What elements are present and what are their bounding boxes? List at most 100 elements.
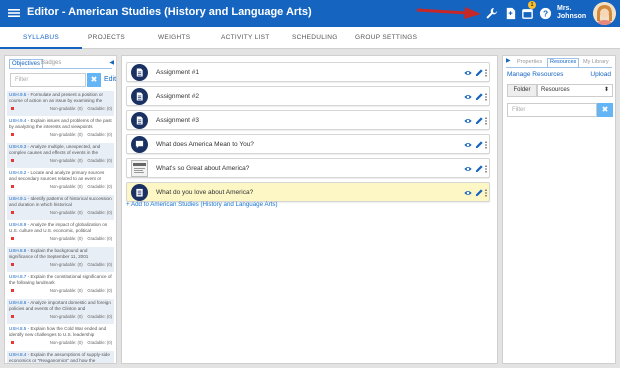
objective-code: USH.9.3 <box>9 144 27 149</box>
item-title: What do you love about America? <box>156 189 254 196</box>
objectives-list[interactable]: USH.9.5 - Formulate and present a positi… <box>7 91 114 363</box>
objective-item[interactable]: USH.9.1 - Identify patterns of historica… <box>7 195 114 221</box>
non-gradable-count: Non-gradable: (0) <box>49 236 83 241</box>
edit-pencil-icon[interactable] <box>475 141 483 149</box>
more-options-icon[interactable] <box>484 189 488 197</box>
objective-item[interactable]: USH.9.4 - Explain issues and problems of… <box>7 117 114 143</box>
objective-item[interactable]: USH.9.5 - Formulate and present a positi… <box>7 91 114 117</box>
user-name-line2: Johnson <box>557 13 587 20</box>
objective-code: USH.9.2 <box>9 170 27 175</box>
visibility-icon[interactable] <box>464 165 472 173</box>
document-icon <box>131 64 148 81</box>
tab-objectives[interactable]: Objectives <box>9 59 44 68</box>
help-icon[interactable]: ? <box>539 7 552 20</box>
visibility-icon[interactable] <box>464 141 472 149</box>
folder-select[interactable]: Resources ⬍ <box>537 84 613 97</box>
objective-meta: Non-gradable: (0) Gradable: (0) <box>9 314 112 320</box>
select-caret-icon: ⬍ <box>603 87 609 93</box>
objective-text: USH.8.4 - Explain the assumptions of sup… <box>9 352 112 363</box>
objective-item[interactable]: USH.8.7 - Explain the constitutional sig… <box>7 273 114 299</box>
visibility-icon[interactable] <box>464 93 472 101</box>
syllabus-item[interactable]: What do you love about America? <box>126 182 490 202</box>
tab-weights[interactable]: WEIGHTS <box>158 27 190 49</box>
objective-code: USH.9.1 <box>9 196 27 201</box>
edit-pencil-icon[interactable] <box>475 93 483 101</box>
objective-code: USH.8.7 <box>9 274 27 279</box>
objective-item[interactable]: USH.9.3 - Analyze multiple, unexpected, … <box>7 143 114 169</box>
visibility-icon[interactable] <box>464 189 472 197</box>
user-name[interactable]: Mrs. Johnson <box>557 5 586 21</box>
objective-item[interactable]: USH.8.8 - Explain the background and sig… <box>7 247 114 273</box>
objective-text: USH.9.1 - Identify patterns of historica… <box>9 196 112 207</box>
visibility-icon[interactable] <box>464 117 472 125</box>
objective-item[interactable]: USH.9.2 - Locate and analyze primary sou… <box>7 169 114 195</box>
tab-divider <box>506 67 612 68</box>
edit-pencil-icon[interactable] <box>475 117 483 125</box>
gradable-count: Gradable: (0) <box>87 132 112 137</box>
more-options-icon[interactable] <box>484 93 488 101</box>
edit-pencil-icon[interactable] <box>475 165 483 173</box>
objective-meta: Non-gradable: (0) Gradable: (0) <box>9 184 112 190</box>
gradable-count: Gradable: (0) <box>87 184 112 189</box>
objective-text: USH.8.5 - Explain how the Cold War ended… <box>9 326 112 337</box>
edit-pencil-icon[interactable] <box>475 189 483 197</box>
objectives-filter-input[interactable]: Filter <box>10 73 86 87</box>
avatar-portrait-icon <box>593 2 616 25</box>
gradable-count: Gradable: (0) <box>87 236 112 241</box>
objective-code: USH.8.8 <box>9 248 27 253</box>
clipboard-icon <box>131 184 148 201</box>
syllabus-item[interactable]: Assignment #2 <box>126 86 490 106</box>
objective-item[interactable]: USH.8.6 - Analyze important domestic and… <box>7 299 114 325</box>
non-gradable-count: Non-gradable: (0) <box>49 210 83 215</box>
objective-item[interactable]: USH.8.4 - Explain the assumptions of sup… <box>7 351 114 363</box>
tab-group-settings[interactable]: GROUP SETTINGS <box>355 27 417 49</box>
tab-badges[interactable]: Badges <box>41 59 61 68</box>
document-add-icon[interactable] <box>504 7 517 20</box>
upload-link[interactable]: Upload <box>590 71 611 78</box>
resources-filter-input[interactable]: Filter <box>507 103 597 117</box>
syllabus-item[interactable]: What does America Mean to You? <box>126 134 490 154</box>
tab-syllabus[interactable]: SYLLABUS <box>0 27 82 49</box>
objective-text: USH.9.3 - Analyze multiple, unexpected, … <box>9 144 112 155</box>
status-marker-icon <box>11 315 14 318</box>
tab-activity-list[interactable]: ACTIVITY LIST <box>221 27 270 49</box>
objective-text: USH.8.8 - Explain the background and sig… <box>9 248 112 259</box>
hamburger-menu-icon[interactable] <box>8 7 20 19</box>
more-options-icon[interactable] <box>484 165 488 173</box>
edit-objectives-link[interactable]: Edit <box>104 76 116 83</box>
objective-meta: Non-gradable: (0) Gradable: (0) <box>9 288 112 294</box>
document-icon <box>131 112 148 129</box>
tab-my-library[interactable]: My Library <box>583 59 609 65</box>
objective-item[interactable]: USH.8.9 - Analyze the impact of globaliz… <box>7 221 114 247</box>
objective-text: USH.8.6 - Analyze important domestic and… <box>9 300 112 311</box>
clear-filter-button[interactable]: ✖ <box>87 73 101 87</box>
objective-item[interactable]: USH.8.5 - Explain how the Cold War ended… <box>7 325 114 351</box>
gradable-count: Gradable: (0) <box>87 262 112 267</box>
status-marker-icon <box>11 263 14 266</box>
tab-projects[interactable]: PROJECTS <box>88 27 125 49</box>
wrench-icon[interactable] <box>485 7 498 20</box>
more-options-icon[interactable] <box>484 141 488 149</box>
edit-pencil-icon[interactable] <box>475 69 483 77</box>
gradable-count: Gradable: (0) <box>87 106 112 111</box>
add-to-course-link[interactable]: + Add to American Studies (History and L… <box>126 201 278 208</box>
avatar[interactable] <box>593 2 616 25</box>
status-marker-icon <box>11 341 14 344</box>
syllabus-item[interactable]: Assignment #3 <box>126 110 490 130</box>
tab-properties[interactable]: Properties <box>517 59 542 65</box>
item-title: What's so Great about America? <box>156 165 250 172</box>
more-options-icon[interactable] <box>484 117 488 125</box>
clear-resources-filter-button[interactable]: ✖ <box>597 103 613 117</box>
collapse-left-icon[interactable]: ◀ <box>109 59 114 66</box>
status-marker-icon <box>11 185 14 188</box>
more-options-icon[interactable] <box>484 69 488 77</box>
syllabus-item[interactable]: Assignment #1 <box>126 62 490 82</box>
tab-scheduling[interactable]: SCHEDULING <box>292 27 338 49</box>
manage-resources-label: Manage Resources <box>507 71 564 78</box>
document-icon <box>131 88 148 105</box>
syllabus-item[interactable]: What's so Great about America? <box>126 158 490 178</box>
expand-right-icon[interactable]: ▶ <box>506 57 511 64</box>
objective-code: USH.9.5 <box>9 92 27 97</box>
tab-resources[interactable]: Resources <box>547 58 580 67</box>
visibility-icon[interactable] <box>464 69 472 77</box>
